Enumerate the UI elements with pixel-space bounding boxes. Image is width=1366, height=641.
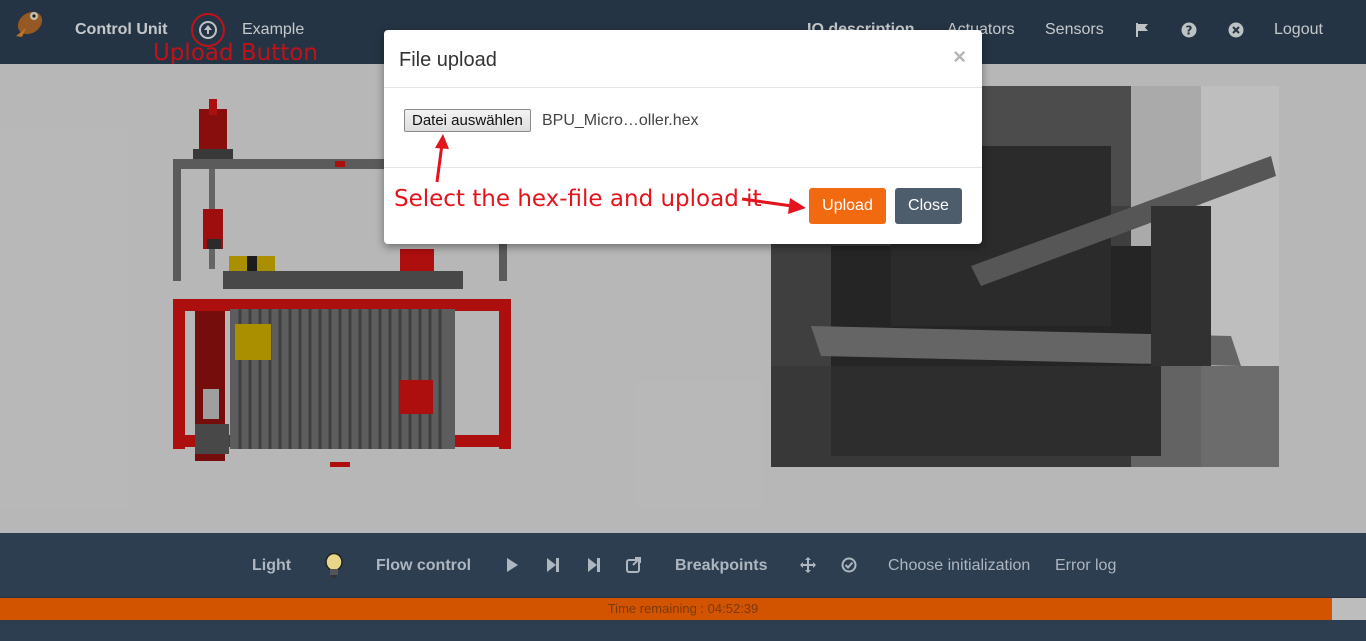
annotation-select-hex: Select the hex-file and upload it (394, 186, 762, 212)
time-progress-bar: Time remaining : 04:52:39 (0, 598, 1366, 620)
check-circle-icon[interactable] (841, 557, 857, 573)
share-icon[interactable] (626, 557, 642, 573)
annotation-arrow-right-icon (741, 197, 806, 214)
modal-title: File upload (399, 49, 497, 71)
choose-file-button[interactable]: Datei auswählen (404, 109, 531, 132)
upload-button[interactable]: Upload (809, 188, 886, 224)
skip-forward-icon[interactable] (586, 557, 602, 573)
time-remaining-text: Time remaining : 04:52:39 (607, 601, 759, 616)
choose-initialization-button[interactable]: Choose initialization (888, 557, 1030, 575)
modal-body: Datei auswählen BPU_Micro…oller.hex (384, 88, 982, 168)
play-icon[interactable] (504, 557, 520, 573)
move-icon[interactable] (800, 557, 816, 573)
flow-control-label: Flow control (376, 557, 472, 574)
annotation-arrow-up-icon (435, 134, 449, 183)
lightbulb-icon[interactable] (325, 553, 343, 579)
modal-close-icon[interactable]: × (953, 44, 966, 70)
bottom-toolbar: Light Flow control Breakpoints Choose in… (0, 533, 1366, 597)
modal-header: File upload × (384, 30, 982, 88)
error-log-button[interactable]: Error log (1055, 557, 1116, 575)
selected-file-name: BPU_Micro…oller.hex (542, 112, 699, 129)
footer-bar (0, 620, 1366, 641)
breakpoints-label: Breakpoints (675, 557, 768, 574)
step-forward-icon[interactable] (545, 557, 561, 573)
close-button[interactable]: Close (895, 188, 962, 224)
light-label[interactable]: Light (252, 557, 291, 575)
